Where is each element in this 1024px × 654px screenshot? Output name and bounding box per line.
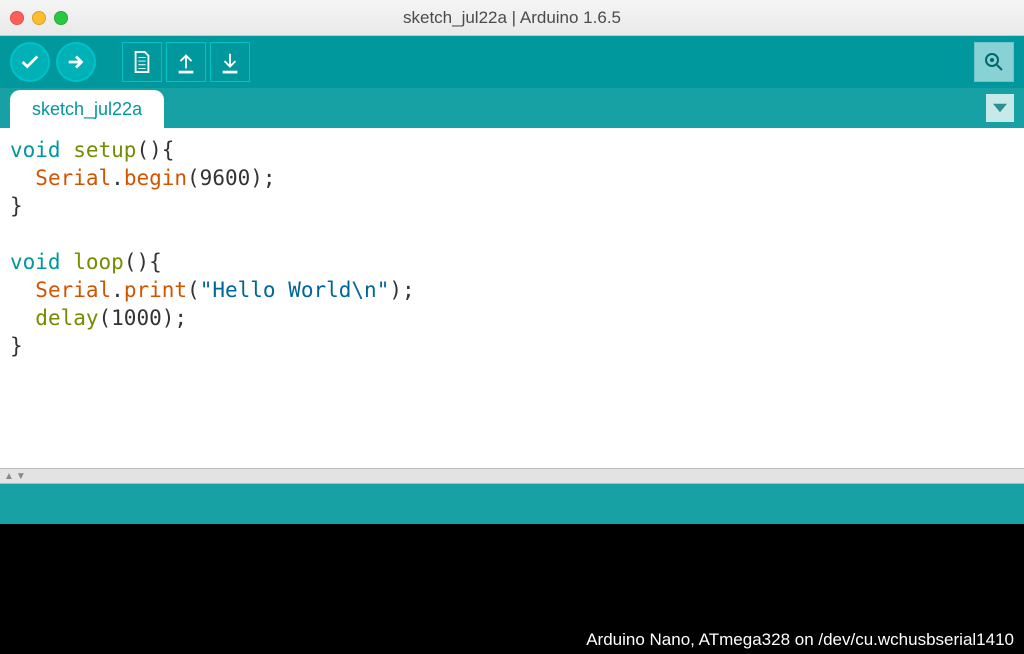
titlebar: sketch_jul22a | Arduino 1.6.5: [0, 0, 1024, 36]
tab-menu-button[interactable]: [986, 94, 1014, 122]
code-text: );: [389, 278, 414, 302]
console-output: Arduino Nano, ATmega328 on /dev/cu.wchus…: [0, 524, 1024, 654]
serial-monitor-button[interactable]: [974, 42, 1014, 82]
func-delay: delay: [35, 306, 98, 330]
status-bar: Arduino Nano, ATmega328 on /dev/cu.wchus…: [586, 630, 1014, 650]
string-literal: "Hello World\n": [200, 278, 390, 302]
func-loop: loop: [73, 250, 124, 274]
toolbar: [0, 36, 1024, 88]
zoom-icon[interactable]: [54, 11, 68, 25]
pane-divider[interactable]: ▲▼: [0, 468, 1024, 484]
message-bar: [0, 484, 1024, 524]
code-text: (9600);: [187, 166, 276, 190]
verify-button[interactable]: [10, 42, 50, 82]
arrow-up-icon: [175, 50, 197, 74]
class-serial: Serial: [35, 278, 111, 302]
class-serial: Serial: [35, 166, 111, 190]
minimize-icon[interactable]: [32, 11, 46, 25]
tab-label: sketch_jul22a: [32, 99, 142, 119]
code-text: .: [111, 166, 124, 190]
func-setup: setup: [73, 138, 136, 162]
keyword-void: void: [10, 138, 61, 162]
code-text: [10, 278, 35, 302]
chevron-down-icon: [993, 101, 1007, 115]
open-button[interactable]: [166, 42, 206, 82]
resize-handle-icon: ▲▼: [4, 471, 28, 482]
code-text: }: [10, 194, 23, 218]
file-icon: [131, 50, 153, 74]
tab-sketch[interactable]: sketch_jul22a: [10, 90, 164, 128]
window-title: sketch_jul22a | Arduino 1.6.5: [0, 8, 1024, 28]
code-text: (: [187, 278, 200, 302]
keyword-void: void: [10, 250, 61, 274]
code-editor[interactable]: void setup(){ Serial.begin(9600); } void…: [0, 128, 1024, 468]
close-icon[interactable]: [10, 11, 24, 25]
new-button[interactable]: [122, 42, 162, 82]
method-print: print: [124, 278, 187, 302]
arrow-down-icon: [219, 50, 241, 74]
code-text: .: [111, 278, 124, 302]
tab-bar: sketch_jul22a: [0, 88, 1024, 128]
window-controls: [10, 11, 68, 25]
code-text: }: [10, 334, 23, 358]
code-text: (1000);: [99, 306, 188, 330]
file-buttons: [122, 42, 250, 82]
check-icon: [19, 51, 41, 73]
arrow-right-icon: [65, 51, 87, 73]
magnifier-icon: [982, 50, 1006, 74]
code-text: (){: [136, 138, 174, 162]
code-text: [10, 166, 35, 190]
upload-button[interactable]: [56, 42, 96, 82]
save-button[interactable]: [210, 42, 250, 82]
code-text: [10, 306, 35, 330]
code-text: (){: [124, 250, 162, 274]
method-begin: begin: [124, 166, 187, 190]
